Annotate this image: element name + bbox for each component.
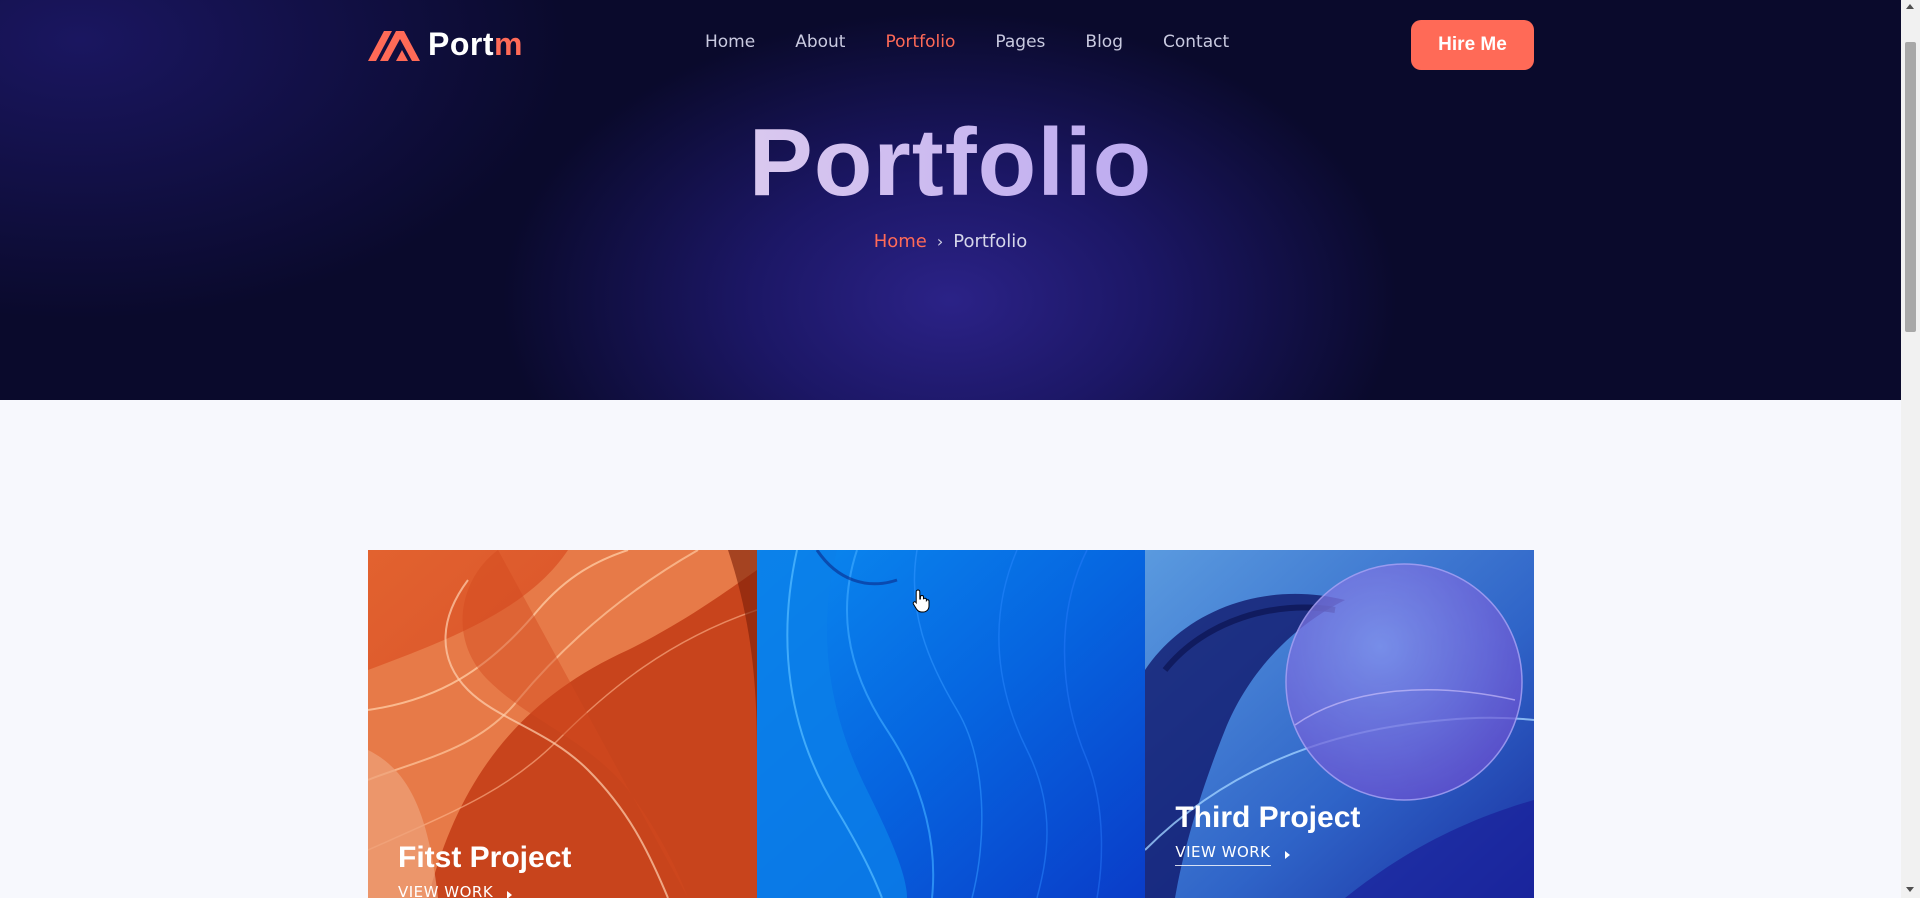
hire-me-button[interactable]: Hire Me	[1411, 20, 1534, 70]
project-title: Third Project	[1175, 801, 1361, 834]
portfolio-card[interactable]: Fitst Project VIEW WORK	[368, 550, 757, 898]
navbar: Portm Home About Portfolio Pages Blog Co…	[368, 20, 1534, 70]
view-work-link[interactable]: VIEW WORK	[398, 883, 513, 898]
portfolio-card[interactable]	[756, 550, 1146, 898]
nav-contact[interactable]: Contact	[1163, 32, 1229, 52]
play-arrow-icon	[1284, 850, 1290, 859]
logo[interactable]: Portm	[368, 26, 523, 62]
nav-pages[interactable]: Pages	[995, 32, 1045, 52]
logo-text: Portm	[428, 25, 523, 62]
nav-home[interactable]: Home	[705, 32, 755, 52]
main-menu: Home About Portfolio Pages Blog Contact	[705, 32, 1229, 52]
play-arrow-icon	[507, 890, 513, 898]
portfolio-card[interactable]: Third Project VIEW WORK	[1145, 550, 1535, 898]
scrollbar-thumb[interactable]	[1905, 42, 1916, 332]
brand-mountain-icon	[368, 31, 420, 61]
nav-portfolio[interactable]: Portfolio	[885, 32, 955, 52]
breadcrumb-home-link[interactable]: Home	[874, 231, 927, 252]
chevron-right-icon: ›	[936, 232, 944, 251]
page-header: Portm Home About Portfolio Pages Blog Co…	[0, 0, 1901, 400]
page-title: Portfolio	[0, 108, 1901, 218]
blue-abstract-image	[756, 550, 1146, 898]
portfolio-grid: Fitst Project VIEW WORK Third Project VI…	[368, 550, 1535, 898]
scroll-up-arrow-icon[interactable]	[1906, 4, 1914, 9]
scroll-down-arrow-icon[interactable]	[1906, 887, 1914, 892]
view-work-link[interactable]: VIEW WORK	[1175, 843, 1290, 866]
breadcrumb-current: Portfolio	[953, 231, 1028, 252]
nav-blog[interactable]: Blog	[1085, 32, 1123, 52]
nav-about[interactable]: About	[795, 32, 845, 52]
scrollbar[interactable]	[1901, 0, 1920, 898]
project-title: Fitst Project	[398, 841, 572, 874]
breadcrumb: Home › Portfolio	[0, 231, 1901, 252]
hand-pointer-cursor-icon	[912, 589, 930, 613]
